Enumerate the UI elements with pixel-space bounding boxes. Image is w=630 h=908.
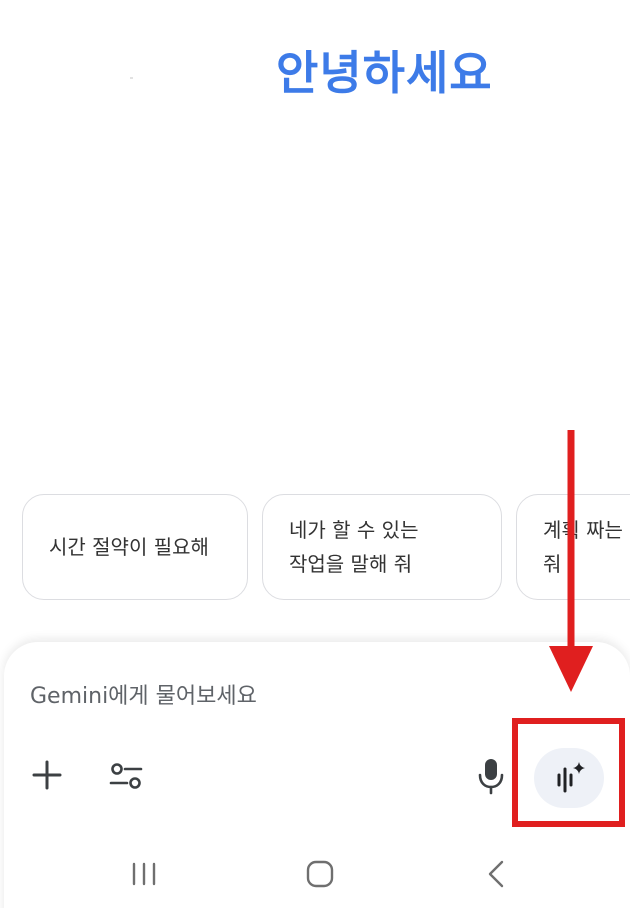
home-icon xyxy=(306,860,334,888)
gemini-screen: 안녕하세요 시간 절약이 필요해 네가 할 수 있는 작업을 말해 줘 계획 짜… xyxy=(0,0,630,908)
gemini-live-icon xyxy=(557,762,585,793)
system-navigation-bar xyxy=(0,838,630,908)
mic-button[interactable] xyxy=(472,754,510,798)
suggestion-chip-label: 시간 절약이 필요해 xyxy=(49,535,209,559)
gemini-live-button[interactable] xyxy=(534,748,604,808)
mic-icon xyxy=(478,759,504,795)
suggestion-chip-label: 네가 할 수 있는 작업을 말해 줘 xyxy=(289,518,419,576)
suggestion-chip-save-time[interactable]: 시간 절약이 필요해 xyxy=(22,494,248,600)
recent-apps-button[interactable] xyxy=(120,850,168,898)
plus-icon xyxy=(32,760,62,790)
home-button[interactable] xyxy=(296,850,344,898)
prompt-input[interactable]: Gemini에게 물어보세요 xyxy=(30,680,257,714)
add-button[interactable] xyxy=(26,754,68,796)
tools-button[interactable] xyxy=(104,754,148,798)
suggestion-chip-label: 계획 짜는 줘 xyxy=(543,518,623,576)
suggestion-chip-capabilities[interactable]: 네가 할 수 있는 작업을 말해 줘 xyxy=(262,494,502,600)
recent-apps-icon xyxy=(132,862,156,886)
greeting-title: 안녕하세요 xyxy=(276,46,493,100)
decorative-dot xyxy=(130,77,133,79)
back-button[interactable] xyxy=(472,850,520,898)
suggestion-chip-planning[interactable]: 계획 짜는 줘 xyxy=(516,494,630,600)
tools-icon xyxy=(109,763,143,789)
back-icon xyxy=(488,860,504,888)
